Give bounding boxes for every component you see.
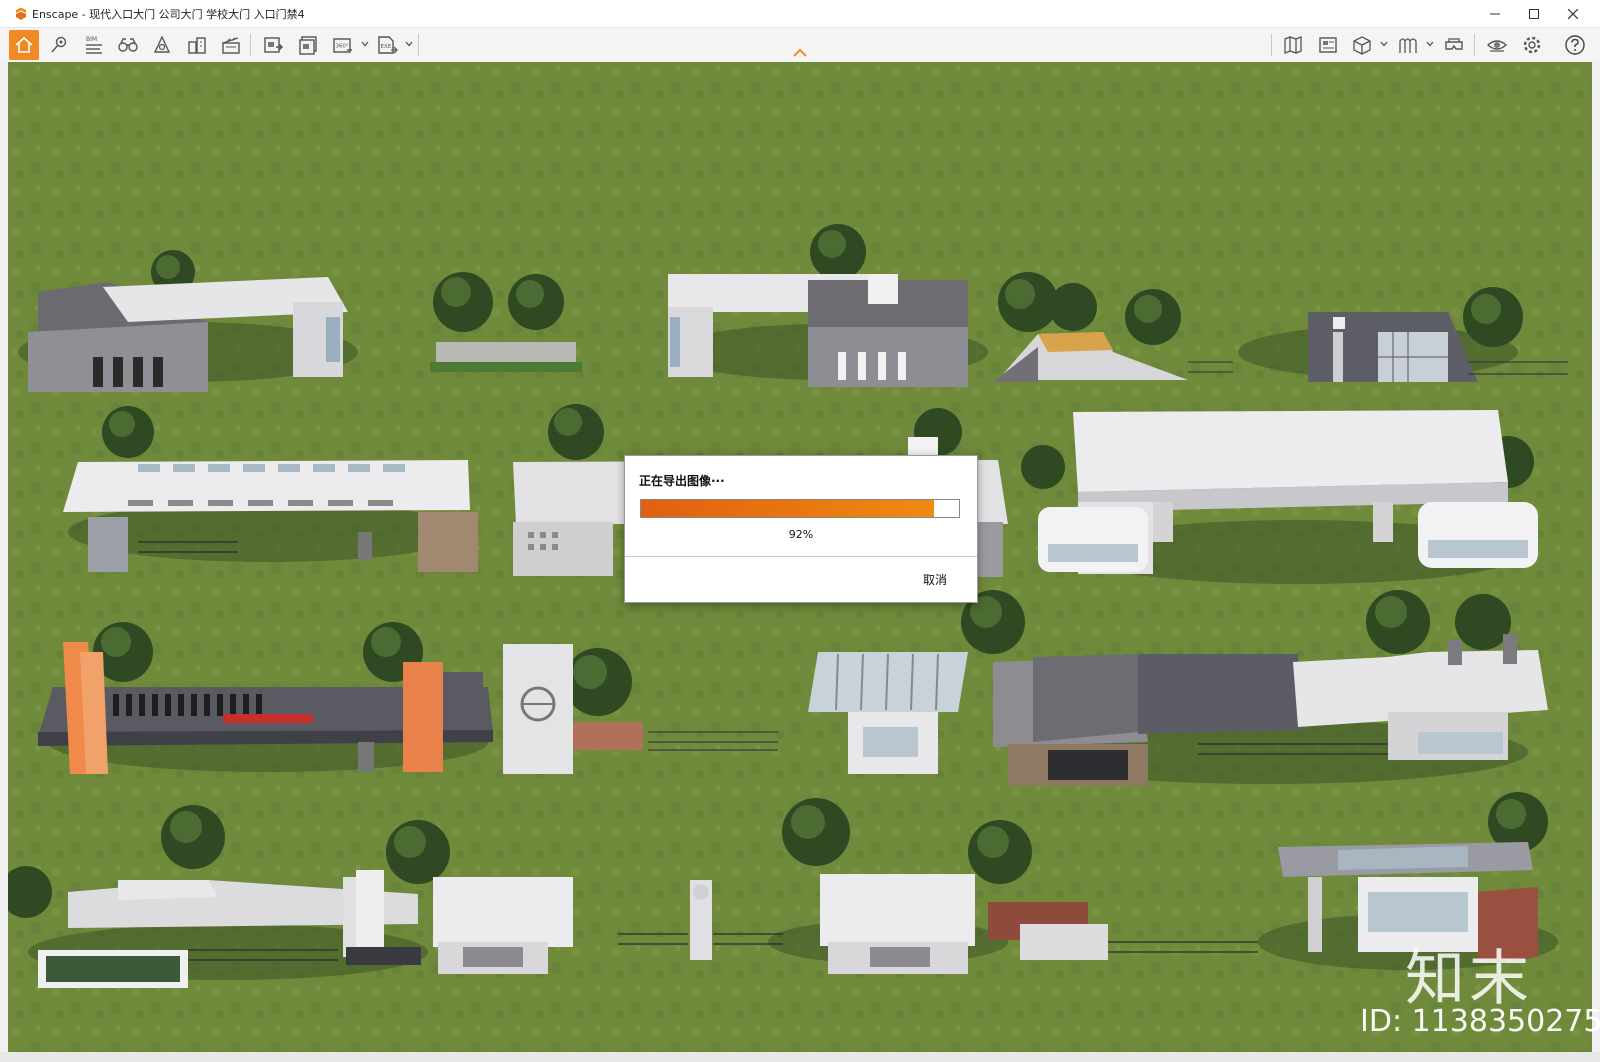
exe-label: EXE (381, 44, 392, 50)
close-icon (1568, 8, 1578, 19)
batch-export-icon (299, 36, 317, 55)
collapse-toolbar-icon[interactable] (792, 47, 808, 59)
maximize-icon (1529, 8, 1539, 19)
cancel-button[interactable]: 取消 (905, 568, 965, 592)
cube-icon (1353, 36, 1371, 55)
map-icon (1284, 36, 1302, 54)
bim-button[interactable]: BIM (79, 30, 109, 60)
settings-icon (1523, 36, 1541, 54)
walk-mode-button[interactable] (113, 30, 143, 60)
bim-label: BIM (86, 36, 97, 43)
settings-button[interactable] (1517, 30, 1547, 60)
help-button[interactable] (1560, 30, 1590, 60)
asset-library-icon (1399, 38, 1417, 53)
dialog-divider (625, 556, 977, 557)
visual-settings-button[interactable] (1482, 30, 1512, 60)
video-editor-button[interactable] (216, 30, 246, 60)
chevron-down-icon[interactable] (1380, 40, 1388, 48)
toolbar-separator (1271, 34, 1272, 56)
material-editor-button[interactable] (1313, 30, 1343, 60)
material-editor-icon (1319, 37, 1337, 53)
watermark-id: ID: 1138350275 (1360, 1004, 1600, 1039)
chevron-down-icon[interactable] (361, 40, 369, 48)
close-button[interactable] (1553, 0, 1593, 27)
panorama-icon: 360° (333, 38, 352, 53)
home-icon (15, 36, 33, 53)
batch-render-button[interactable] (293, 30, 323, 60)
exe-export-icon: EXE (378, 36, 398, 54)
asset-view-button[interactable] (1347, 30, 1377, 60)
progress-percent: 92% (788, 528, 814, 541)
bottom-window-edge (0, 1052, 1600, 1062)
window-title: Enscape - 现代入口大门 公司大门 学校大门 入口门禁4 (32, 8, 305, 21)
vr-headset-icon (1445, 38, 1463, 50)
help-icon (1565, 35, 1585, 55)
asset-library-button[interactable] (1393, 30, 1423, 60)
binoculars-icon (118, 38, 138, 52)
buildings-icon (188, 37, 206, 54)
panorama-label: 360° (336, 44, 349, 50)
orthographic-button[interactable] (182, 30, 212, 60)
maximize-button[interactable] (1514, 0, 1554, 27)
progress-bar-fill (641, 500, 934, 517)
toolbar-separator (1474, 34, 1475, 56)
map-button[interactable] (1278, 30, 1308, 60)
chevron-down-icon[interactable] (405, 40, 413, 48)
screenshot-export-icon (264, 37, 283, 53)
enscape-logo-icon (16, 7, 26, 20)
bim-icon: BIM (86, 36, 102, 54)
panorama-button[interactable]: 360° (328, 30, 358, 60)
right-window-edge (1592, 62, 1600, 1052)
export-progress-dialog: 正在导出图像··· 92% 取消 (624, 455, 978, 603)
vr-headset-button[interactable] (1439, 30, 1469, 60)
views-button[interactable] (44, 30, 74, 60)
visibility-icon (1486, 40, 1508, 52)
toolbar-separator (418, 34, 419, 56)
clapperboard-icon (222, 37, 240, 54)
toolbar-separator (250, 34, 251, 56)
left-window-edge (0, 62, 8, 1052)
light-icon (153, 35, 171, 53)
home-button[interactable] (9, 30, 39, 60)
dialog-title: 正在导出图像··· (639, 474, 725, 488)
location-pin-icon (51, 36, 67, 53)
title-bar: Enscape - 现代入口大门 公司大门 学校大门 入口门禁4 (0, 0, 1600, 28)
exe-export-button[interactable]: EXE (372, 30, 402, 60)
light-view-button[interactable] (147, 30, 177, 60)
minimize-icon (1490, 13, 1500, 14)
minimize-button[interactable] (1475, 0, 1515, 27)
screenshot-button[interactable] (258, 30, 288, 60)
chevron-down-icon[interactable] (1426, 40, 1434, 48)
progress-bar (640, 499, 960, 518)
